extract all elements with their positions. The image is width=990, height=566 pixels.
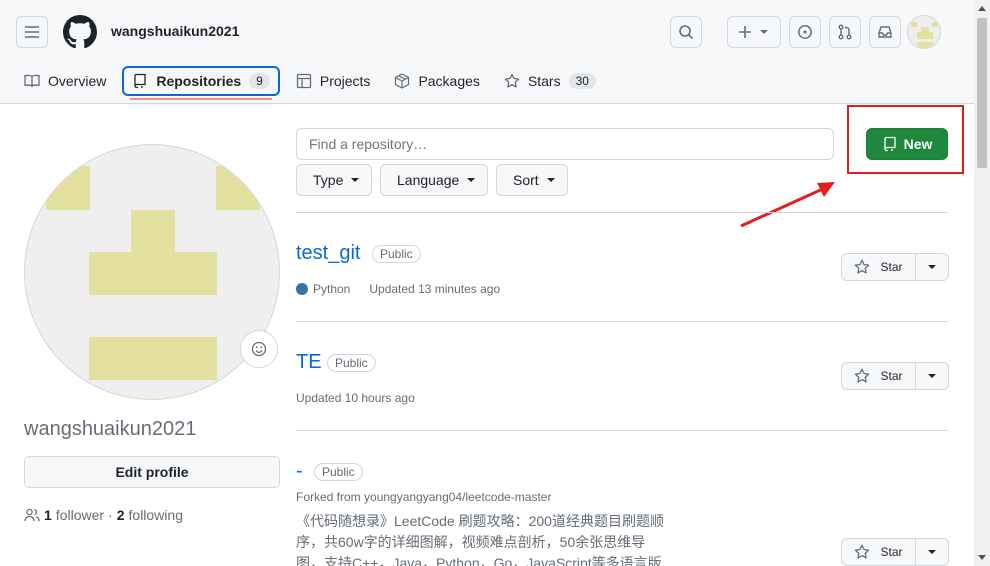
edit-profile-button[interactable]: Edit profile xyxy=(24,456,280,488)
language-filter-button[interactable]: Language xyxy=(380,164,489,196)
caret-down-icon xyxy=(928,550,936,554)
profile-tabs: Overview Repositories 9 Projects Package… xyxy=(16,64,612,100)
star-button[interactable]: Star xyxy=(841,538,916,566)
table-icon xyxy=(296,73,312,89)
annotation-highlight-box xyxy=(847,105,964,174)
repo-updated: Updated 13 minutes ago xyxy=(369,282,501,296)
star-icon xyxy=(855,544,870,559)
star-icon xyxy=(504,73,520,88)
star-button-group: Star xyxy=(841,253,949,281)
set-status-button[interactable] xyxy=(240,330,278,368)
tab-packages[interactable]: Packages xyxy=(386,66,487,96)
visibility-badge: Public xyxy=(314,463,363,481)
star-list-dropdown[interactable] xyxy=(916,253,949,281)
smiley-icon xyxy=(251,341,267,357)
triangle-down-icon xyxy=(760,30,768,34)
repo-name-link[interactable]: - xyxy=(296,460,303,483)
language-color-dot xyxy=(296,283,308,295)
issues-button[interactable] xyxy=(789,16,821,48)
git-pull-request-icon xyxy=(838,24,852,40)
issue-opened-icon xyxy=(798,25,812,39)
sort-filter-button[interactable]: Sort xyxy=(496,164,568,196)
visibility-badge: Public xyxy=(372,245,421,263)
follow-separator: · xyxy=(108,507,113,523)
user-avatar[interactable] xyxy=(907,15,941,49)
star-label: Star xyxy=(880,545,903,559)
star-label: Star xyxy=(880,369,903,383)
hamburger-icon xyxy=(25,26,39,38)
tab-packages-label: Packages xyxy=(418,73,480,89)
repo-icon xyxy=(134,73,147,89)
star-button[interactable]: Star xyxy=(841,362,916,390)
star-button-group: Star xyxy=(841,538,949,566)
tab-projects-label: Projects xyxy=(319,73,371,89)
star-list-dropdown[interactable] xyxy=(916,538,949,566)
inbox-icon xyxy=(878,26,892,38)
repo-meta: Python Updated 13 minutes ago xyxy=(296,282,500,296)
caret-down-icon xyxy=(546,178,555,182)
package-icon xyxy=(395,73,410,89)
type-filter-label: Type xyxy=(313,172,344,188)
list-divider xyxy=(296,212,948,213)
pull-requests-button[interactable] xyxy=(829,16,861,48)
scroll-up-arrow-icon[interactable] xyxy=(974,0,990,16)
profile-avatar xyxy=(24,144,280,400)
language-filter-label: Language xyxy=(397,172,460,188)
following-count[interactable]: 2 xyxy=(117,507,125,523)
annotation-arrow-icon xyxy=(740,182,835,228)
caret-down-icon xyxy=(928,265,936,269)
list-divider xyxy=(296,321,948,322)
repo-name-link[interactable]: test_git xyxy=(296,242,360,265)
people-icon xyxy=(24,508,40,522)
follow-stats: 1 follower · 2 following xyxy=(24,507,183,523)
scrollbar-thumb[interactable] xyxy=(977,18,987,168)
caret-down-icon xyxy=(351,178,360,182)
tab-repositories[interactable]: Repositories 9 xyxy=(122,66,280,100)
followers-label[interactable]: follower xyxy=(56,507,104,523)
caret-down-icon xyxy=(467,178,476,182)
repo-meta: Updated 10 hours ago xyxy=(296,391,415,405)
repositories-count: 9 xyxy=(249,73,270,89)
caret-down-icon xyxy=(928,374,936,378)
find-repository-input[interactable] xyxy=(296,128,834,160)
star-button-group: Star xyxy=(841,362,949,390)
repo-description: 《代码随想录》LeetCode 刷题攻略：200道经典题目刷题顺序，共60w字的… xyxy=(296,513,664,566)
search-icon xyxy=(679,25,694,40)
visibility-badge: Public xyxy=(327,354,376,372)
star-list-dropdown[interactable] xyxy=(916,362,949,390)
tab-overview-label: Overview xyxy=(48,73,107,89)
repo-name-link[interactable]: TE xyxy=(296,351,322,374)
book-icon xyxy=(24,74,40,88)
stars-count: 30 xyxy=(568,73,596,89)
tab-stars-label: Stars xyxy=(527,73,561,89)
tab-repositories-label: Repositories xyxy=(156,73,242,89)
inbox-button[interactable] xyxy=(869,16,901,48)
forked-from[interactable]: Forked from youngyangyang04/leetcode-mas… xyxy=(296,490,551,504)
sort-filter-label: Sort xyxy=(513,172,539,188)
star-icon xyxy=(855,259,870,274)
tab-projects[interactable]: Projects xyxy=(288,66,379,96)
menu-button[interactable] xyxy=(16,16,48,48)
github-logo-icon[interactable] xyxy=(63,15,97,49)
global-header: wangshuaikun2021 Overview Repositories 9 xyxy=(0,0,974,104)
type-filter-button[interactable]: Type xyxy=(296,164,373,196)
repo-updated: Updated 10 hours ago xyxy=(296,391,415,405)
followers-count[interactable]: 1 xyxy=(44,507,52,523)
tab-stars[interactable]: Stars 30 xyxy=(496,66,604,96)
create-new-button[interactable] xyxy=(727,16,781,48)
plus-icon xyxy=(739,26,751,38)
search-button[interactable] xyxy=(670,16,702,48)
header-username[interactable]: wangshuaikun2021 xyxy=(111,23,239,39)
star-icon xyxy=(855,368,870,383)
list-divider xyxy=(296,430,948,431)
scroll-down-arrow-icon[interactable] xyxy=(974,550,990,566)
tab-overview[interactable]: Overview xyxy=(16,66,114,96)
following-label[interactable]: following xyxy=(129,507,183,523)
star-label: Star xyxy=(880,260,903,274)
profile-username: wangshuaikun2021 xyxy=(24,418,197,440)
star-button[interactable]: Star xyxy=(841,253,916,281)
repo-language: Python xyxy=(313,282,351,296)
